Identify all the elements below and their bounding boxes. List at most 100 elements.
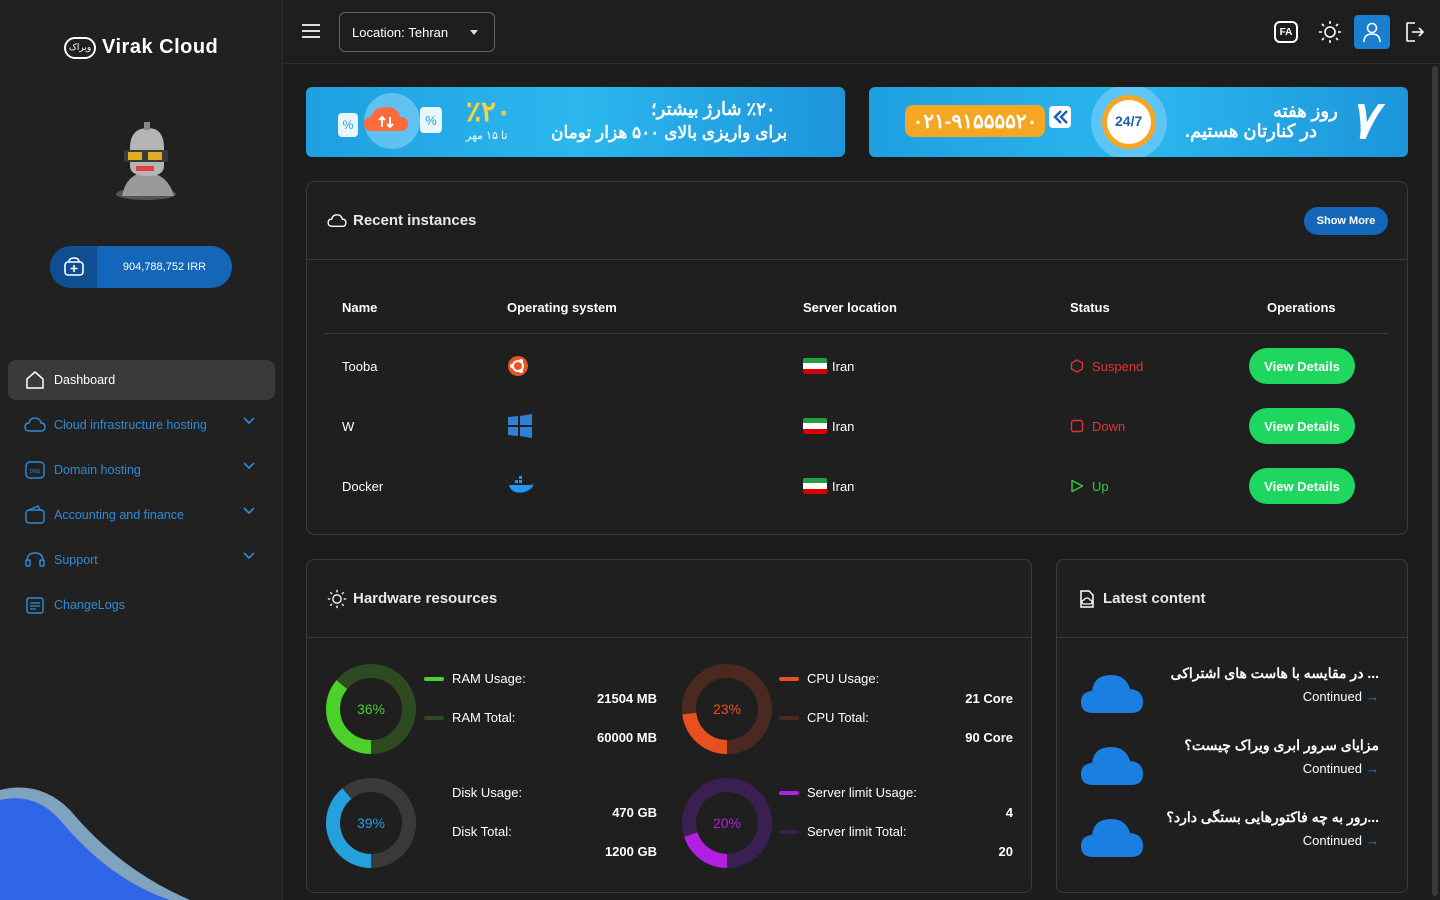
banner1-percent: ٪۲۰: [466, 96, 512, 127]
sidebar-item-domain-hosting[interactable]: DNS Domain hosting: [8, 450, 275, 490]
latest-content-card: Latest content ... در مقایسه با هاست های…: [1056, 559, 1408, 893]
logo[interactable]: ویراک Virak Cloud: [64, 36, 218, 59]
chevron-down-icon: [243, 552, 255, 560]
sidebar-item-accounting[interactable]: Accounting and finance: [8, 495, 275, 535]
sidebar-item-label: Domain hosting: [54, 463, 141, 477]
banner1-until: تا ۱۵ مهر: [466, 130, 508, 142]
table-row: W Iran Down View Details: [325, 396, 1389, 456]
hardware-resources-card: Hardware resources 36% RAM Usage: RAM To…: [306, 559, 1032, 893]
cloud-percent-icon: % %: [338, 93, 442, 149]
server-location: Iran: [803, 456, 854, 516]
arrow-right-icon: →: [1366, 689, 1379, 704]
server-location: Iran: [803, 336, 854, 396]
sidebar-item-label: Support: [54, 553, 98, 567]
banner1-line2: برای واریزی بالای ۵۰۰ هزار تومان: [551, 123, 788, 142]
cloud-icon: [1081, 819, 1143, 857]
sidebar-item-cloud-hosting[interactable]: Cloud infrastructure hosting: [8, 405, 275, 445]
content-post[interactable]: مزایای سرور ابری ویراک چیست؟ Continued →: [1077, 735, 1389, 795]
topbar: Location: Tehran FA: [284, 0, 1440, 64]
menu-toggle-icon[interactable]: [302, 24, 320, 38]
page-scrollbar[interactable]: [1430, 64, 1440, 900]
promo-banner-support[interactable]: ۰۲۱-۹۱۵۵۵۵۲۰ 24/7 روز هفته در کنارتان هس…: [869, 87, 1408, 157]
post-title: ...رور به چه فاکتورهایی بستگی دارد؟: [1166, 809, 1379, 825]
logout-button[interactable]: [1396, 15, 1432, 49]
square-icon: [1070, 419, 1084, 433]
cloud-icon: [1081, 675, 1143, 713]
cpu-usage-value: 21 Core: [965, 691, 1013, 706]
card-title: Latest content: [1103, 590, 1206, 607]
theme-toggle-button[interactable]: [1312, 15, 1348, 49]
server-location: Iran: [803, 396, 854, 456]
continued-link[interactable]: Continued →: [1303, 833, 1379, 848]
table-header: Name Operating system Server location St…: [325, 278, 1389, 334]
logout-icon: [1406, 22, 1425, 42]
sidebar-menu: Dashboard Cloud infrastructure hosting D…: [8, 360, 275, 630]
play-icon: [1071, 479, 1084, 493]
sidebar-item-label: Cloud infrastructure hosting: [54, 418, 207, 432]
banner1-line1: ٪۲۰ شارژ بیشتر؛: [651, 99, 776, 119]
status-up: Up: [1070, 456, 1109, 516]
post-title: ... در مقایسه با هاست های اشتراکی: [1170, 665, 1379, 681]
ram-total-value: 60000 MB: [597, 730, 657, 745]
status-suspend: Suspend: [1070, 336, 1143, 396]
logo-text: Virak Cloud: [102, 36, 219, 58]
view-details-button[interactable]: View Details: [1249, 408, 1355, 444]
server-limit-total-value: 20: [998, 844, 1013, 859]
disk-total-value: 1200 GB: [604, 844, 657, 859]
instance-name: Docker: [342, 478, 384, 494]
profile-button[interactable]: [1354, 15, 1390, 49]
disk-total-legend: Disk Total:: [452, 824, 512, 839]
support-icon: [24, 549, 46, 571]
sidebar-item-support[interactable]: Support: [8, 540, 275, 580]
server-limit-usage-legend: Server limit Usage:: [779, 785, 917, 800]
instance-name: Tooba: [342, 358, 378, 374]
promo-banner-charge[interactable]: % % ٪۲۰ تا ۱۵ مهر ٪۲۰ شارژ بیشتر؛ برای و…: [306, 87, 845, 157]
support-badge: 24/7: [1115, 113, 1143, 129]
svg-text:%: %: [343, 118, 354, 132]
iran-flag-icon: [803, 418, 827, 434]
show-more-button[interactable]: Show More: [1304, 207, 1388, 235]
banner2-line2: در کنارتان هستیم.: [1185, 121, 1317, 141]
col-name: Name: [342, 300, 378, 315]
continued-link[interactable]: Continued →: [1303, 689, 1379, 704]
windows-icon: [507, 396, 533, 456]
server-limit-total-legend: Server limit Total:: [779, 824, 906, 839]
wallet-icon: [24, 504, 46, 526]
disk-usage-legend: Disk Usage:: [452, 785, 523, 800]
sidebar-item-changelogs[interactable]: ChangeLogs: [8, 585, 275, 625]
continued-link[interactable]: Continued →: [1303, 761, 1379, 776]
view-details-button[interactable]: View Details: [1249, 348, 1355, 384]
content-post[interactable]: ... در مقایسه با هاست های اشتراکی Contin…: [1077, 663, 1389, 723]
ram-total-legend: RAM Total:: [424, 710, 515, 725]
status-down: Down: [1070, 396, 1125, 456]
docker-icon: [507, 456, 535, 516]
table-row: Tooba Iran Suspend View Details: [325, 336, 1389, 396]
language-label: FA: [1274, 21, 1298, 43]
view-details-button[interactable]: View Details: [1249, 468, 1355, 504]
banner2-line1: روز هفته: [1273, 101, 1338, 121]
chevron-down-icon: [243, 507, 255, 515]
cpu-usage-legend: CPU Usage:: [779, 671, 879, 686]
location-select[interactable]: Location: Tehran: [339, 12, 495, 52]
disk-usage-value: 470 GB: [612, 805, 657, 820]
language-button[interactable]: FA: [1268, 15, 1304, 49]
post-title: مزایای سرور ابری ویراک چیست؟: [1184, 737, 1379, 753]
content-post[interactable]: ...رور به چه فاکتورهایی بستگی دارد؟ Cont…: [1077, 807, 1389, 867]
chevron-down-icon: [243, 462, 255, 470]
hexagon-icon: [1070, 359, 1084, 373]
support-phone: ۰۲۱-۹۱۵۵۵۵۲۰: [905, 105, 1045, 137]
balance-button[interactable]: 904,788,752 IRR: [50, 246, 232, 288]
svg-text:%: %: [425, 113, 437, 128]
dns-icon: DNS: [24, 459, 46, 481]
table-row: Docker Iran Up View Details: [325, 456, 1389, 516]
cloud-icon: [1081, 747, 1143, 785]
col-status: Status: [1070, 300, 1110, 315]
recent-instances-card: Recent instances Show More Name Operatin…: [306, 181, 1408, 535]
decorative-wave: [0, 787, 190, 900]
sidebar-item-label: Dashboard: [54, 373, 116, 387]
disk-percent: 39%: [356, 815, 386, 831]
sidebar-item-dashboard[interactable]: Dashboard: [8, 360, 275, 400]
card-title: Hardware resources: [353, 590, 498, 607]
arrow-right-icon: →: [1366, 833, 1379, 848]
cpu-total-legend: CPU Total:: [779, 710, 869, 725]
